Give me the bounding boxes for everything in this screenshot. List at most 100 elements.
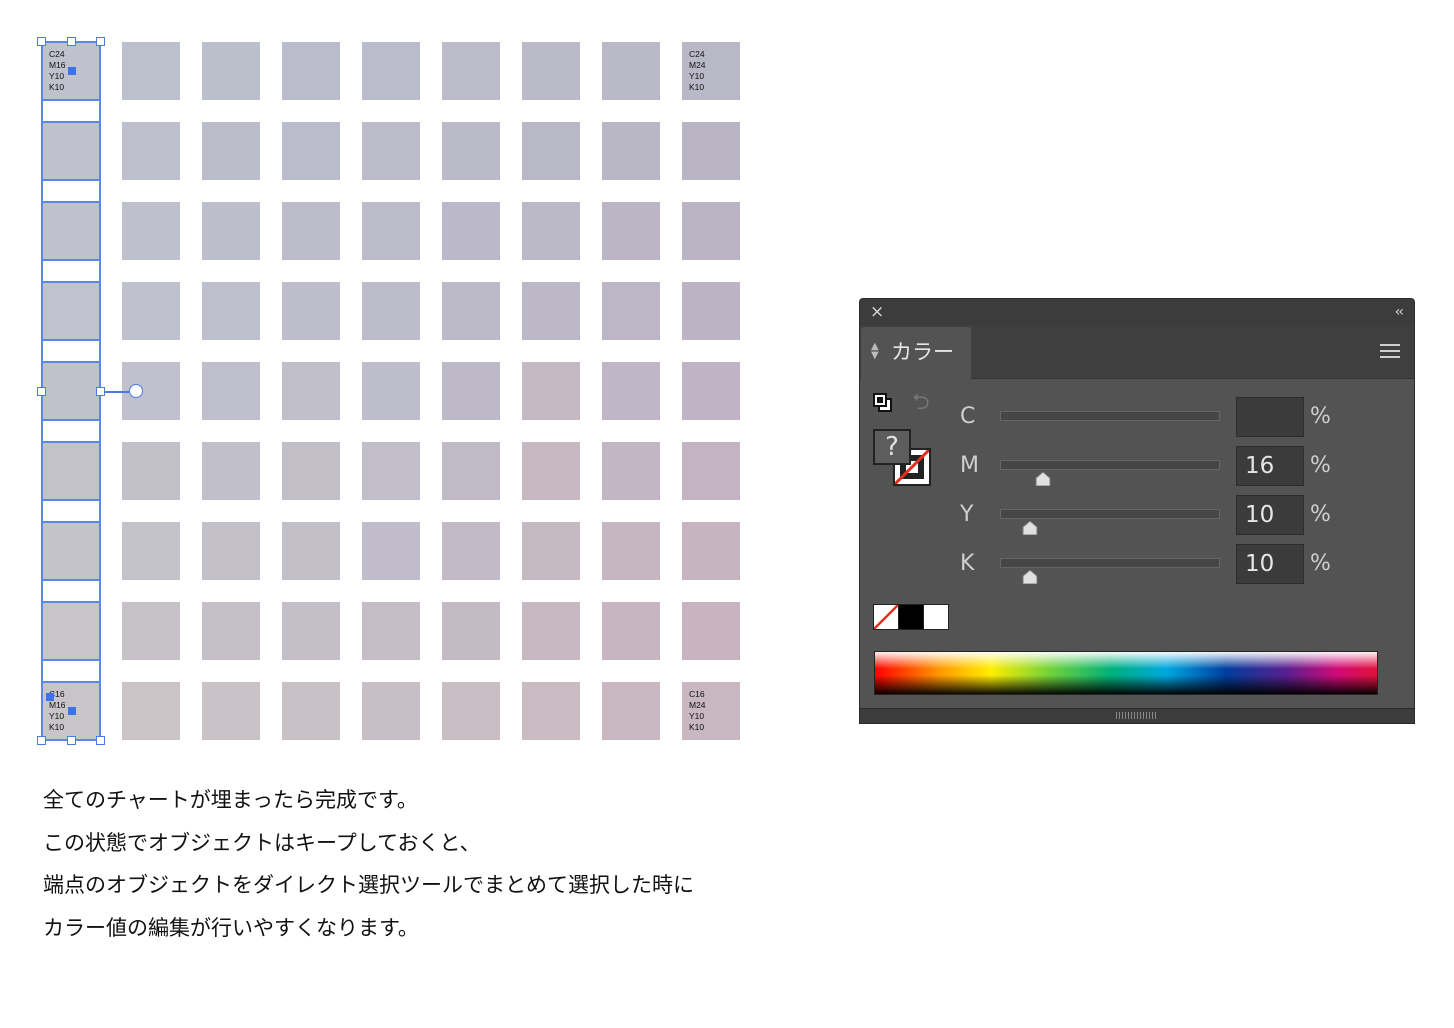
color-swatch[interactable]	[282, 522, 340, 580]
color-swatch[interactable]	[42, 282, 100, 340]
color-swatch[interactable]	[362, 202, 420, 260]
color-swatch[interactable]	[282, 602, 340, 660]
color-swatch[interactable]	[122, 282, 180, 340]
color-swatch[interactable]	[282, 202, 340, 260]
fill-swatch-mixed[interactable]: ?	[873, 429, 911, 465]
color-swatch[interactable]	[682, 122, 740, 180]
color-swatch[interactable]	[362, 602, 420, 660]
white-swatch[interactable]	[923, 604, 949, 630]
tab-color[interactable]: ▲ ▼ カラー	[861, 327, 971, 379]
color-swatch[interactable]	[282, 442, 340, 500]
color-swatch[interactable]	[442, 682, 500, 740]
value-field-k[interactable]: 10	[1236, 544, 1304, 584]
slider-thumb-y[interactable]	[1022, 521, 1038, 535]
collapse-panel-icon[interactable]: ‹‹	[1395, 301, 1404, 323]
color-swatch[interactable]	[282, 682, 340, 740]
color-swatch[interactable]: C24 M24 Y10 K10	[682, 42, 740, 100]
color-swatch[interactable]	[202, 682, 260, 740]
color-swatch[interactable]	[362, 42, 420, 100]
color-swatch[interactable]	[202, 442, 260, 500]
color-swatch[interactable]	[362, 442, 420, 500]
resize-handle[interactable]	[36, 386, 46, 396]
slider-thumb-m[interactable]	[1035, 472, 1051, 486]
color-swatch[interactable]	[602, 42, 660, 100]
color-swatch[interactable]	[122, 442, 180, 500]
slider-track-c[interactable]	[1000, 411, 1220, 421]
color-swatch[interactable]	[202, 202, 260, 260]
color-swatch[interactable]	[202, 522, 260, 580]
color-swatch[interactable]	[362, 122, 420, 180]
resize-handle[interactable]	[66, 735, 76, 745]
color-swatch[interactable]	[602, 522, 660, 580]
color-swatch[interactable]	[442, 442, 500, 500]
slider-track-y[interactable]	[1000, 509, 1220, 519]
color-swatch[interactable]	[42, 362, 100, 420]
color-swatch[interactable]	[602, 362, 660, 420]
anchor-point[interactable]	[68, 707, 76, 715]
color-swatch[interactable]	[602, 122, 660, 180]
default-fill-stroke-icon[interactable]	[872, 392, 894, 414]
color-swatch[interactable]	[522, 362, 580, 420]
color-swatch[interactable]	[442, 202, 500, 260]
value-field-y[interactable]: 10	[1236, 495, 1304, 535]
color-swatch[interactable]	[522, 522, 580, 580]
color-swatch[interactable]	[602, 442, 660, 500]
color-swatch[interactable]	[202, 122, 260, 180]
slider-track-m[interactable]	[1000, 460, 1220, 470]
color-swatch[interactable]	[362, 682, 420, 740]
updown-arrows-icon[interactable]: ▲ ▼	[871, 342, 879, 361]
color-swatch[interactable]	[522, 42, 580, 100]
color-swatch[interactable]	[282, 122, 340, 180]
color-swatch[interactable]: C16 M24 Y10 K10	[682, 682, 740, 740]
color-swatch[interactable]	[442, 122, 500, 180]
color-swatch[interactable]	[282, 42, 340, 100]
color-swatch[interactable]	[42, 602, 100, 660]
color-swatch[interactable]	[122, 602, 180, 660]
color-swatch[interactable]	[602, 282, 660, 340]
color-swatch[interactable]	[442, 522, 500, 580]
color-swatch[interactable]	[282, 282, 340, 340]
color-swatch[interactable]	[522, 282, 580, 340]
slider-track-k[interactable]	[1000, 558, 1220, 568]
color-swatch[interactable]	[682, 442, 740, 500]
swap-fill-stroke-icon[interactable]: ⮌	[912, 391, 930, 415]
color-swatch[interactable]	[42, 442, 100, 500]
color-swatch[interactable]	[682, 202, 740, 260]
none-swatch[interactable]	[873, 604, 899, 630]
anchor-point[interactable]	[68, 67, 76, 75]
color-swatch[interactable]	[202, 282, 260, 340]
resize-handle[interactable]	[36, 36, 46, 46]
color-swatch[interactable]	[42, 522, 100, 580]
resize-handle[interactable]	[95, 36, 105, 46]
color-swatch[interactable]	[202, 362, 260, 420]
close-icon[interactable]: ×	[870, 301, 884, 323]
color-swatch[interactable]	[202, 42, 260, 100]
resize-handle[interactable]	[36, 735, 46, 745]
resize-handle[interactable]	[95, 735, 105, 745]
color-swatch[interactable]	[122, 202, 180, 260]
color-swatch[interactable]	[682, 282, 740, 340]
color-swatch[interactable]	[122, 522, 180, 580]
color-spectrum[interactable]	[874, 651, 1378, 695]
panel-titlebar[interactable]: × ‹‹	[860, 299, 1414, 325]
color-swatch[interactable]	[442, 282, 500, 340]
anchor-point[interactable]	[46, 693, 54, 701]
color-swatch[interactable]	[362, 362, 420, 420]
color-swatch[interactable]	[522, 442, 580, 500]
panel-menu-icon[interactable]	[1380, 344, 1400, 359]
color-swatch[interactable]	[42, 202, 100, 260]
rotate-handle[interactable]	[129, 384, 143, 398]
value-field-c[interactable]	[1236, 397, 1304, 437]
color-swatch[interactable]	[442, 602, 500, 660]
color-swatch[interactable]	[682, 362, 740, 420]
color-swatch[interactable]	[442, 42, 500, 100]
resize-handle[interactable]	[66, 36, 76, 46]
color-swatch[interactable]	[602, 602, 660, 660]
color-swatch[interactable]	[122, 682, 180, 740]
color-swatch[interactable]	[682, 522, 740, 580]
color-swatch[interactable]	[442, 362, 500, 420]
value-field-m[interactable]: 16	[1236, 446, 1304, 486]
color-swatch[interactable]	[602, 202, 660, 260]
color-swatch[interactable]	[42, 122, 100, 180]
color-swatch[interactable]	[522, 682, 580, 740]
